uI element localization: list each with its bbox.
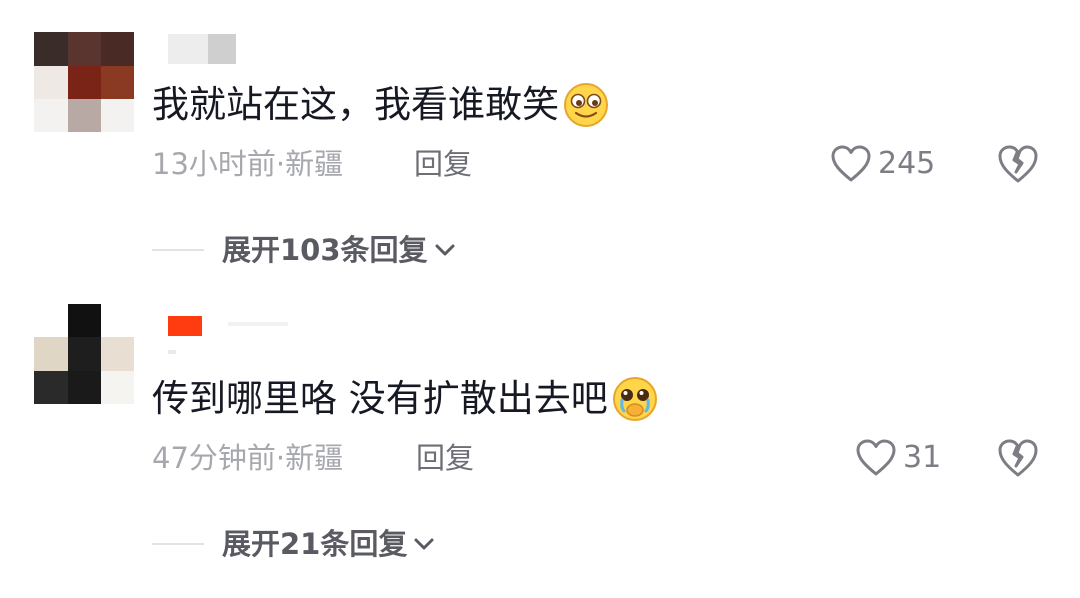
avatar[interactable]: [34, 304, 134, 404]
chevron-down-icon: [435, 244, 455, 256]
expand-replies[interactable]: 展开103条回复: [152, 230, 458, 270]
comment-text: 传到哪里咯 没有扩散出去吧: [152, 376, 658, 422]
expand-replies-label: 展开21条回复: [222, 527, 408, 561]
divider-line: [152, 249, 204, 251]
broken-heart-icon: [998, 439, 1038, 477]
like-button[interactable]: 245: [830, 144, 935, 184]
reply-button[interactable]: 回复: [416, 440, 474, 476]
dislike-button[interactable]: [996, 436, 1040, 480]
username-obscured[interactable]: [168, 34, 248, 64]
comment-text: 我就站在这，我看谁敢笑: [152, 82, 609, 128]
heart-outline-icon: [831, 145, 871, 182]
divider-line: [152, 543, 204, 545]
smiling-eyes-emoji-icon: [563, 82, 609, 128]
expand-replies[interactable]: 展开21条回复: [152, 524, 437, 564]
heart-outline-icon: [856, 439, 896, 476]
broken-heart-icon: [998, 145, 1038, 183]
like-count: 245: [878, 146, 936, 181]
expand-replies-label: 展开103条回复: [222, 233, 428, 267]
like-count: 31: [903, 440, 942, 475]
reply-button[interactable]: 回复: [414, 146, 472, 182]
comment-time-location: 47分钟前·新疆: [152, 441, 344, 475]
comment-time-location: 13小时前·新疆: [152, 147, 344, 181]
avatar[interactable]: [34, 32, 134, 132]
like-button[interactable]: 31: [855, 438, 941, 478]
comment-body: 我就站在这，我看谁敢笑: [152, 83, 559, 126]
chevron-down-icon: [414, 538, 434, 550]
dislike-button[interactable]: [996, 142, 1040, 186]
pleading-face-emoji-icon: [612, 376, 658, 422]
comment-body: 传到哪里咯 没有扩散出去吧: [152, 377, 608, 420]
username-obscured[interactable]: [154, 312, 308, 354]
